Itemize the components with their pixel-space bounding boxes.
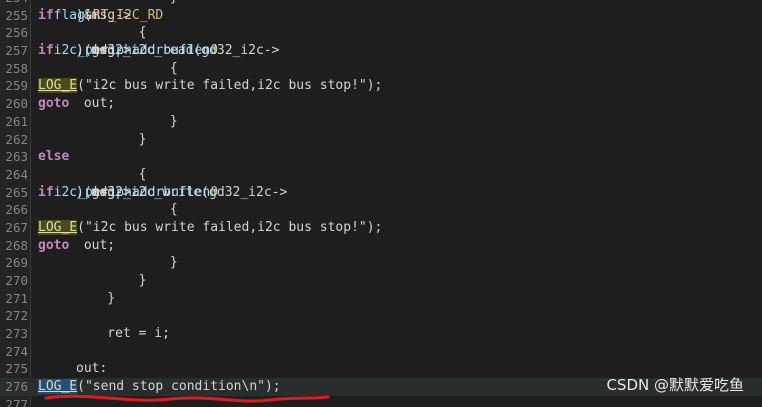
code-token: } <box>76 131 147 147</box>
code-token: { <box>76 166 147 182</box>
line-number: 274 <box>5 343 28 359</box>
line-number: 268 <box>5 237 28 253</box>
code-token: ) <box>76 7 84 23</box>
code-text: goto out; <box>38 95 115 113</box>
code-line[interactable]: 274 <box>0 343 762 361</box>
line-number: 273 <box>5 326 28 342</box>
code-lines: 254 }255 if (msg->flags & RT_I2C_RD)256 … <box>0 0 762 407</box>
code-line[interactable]: 267 LOG_E("i2c bus write failed,i2c bus … <box>0 219 762 237</box>
line-number: 263 <box>5 149 28 165</box>
code-text: LOG_E("i2c bus write failed,i2c bus stop… <box>38 219 382 237</box>
line-number: 259 <box>5 78 28 94</box>
code-token: LOG_E <box>38 78 78 94</box>
line-number: 255 <box>5 7 28 23</box>
code-token: goto <box>38 96 70 112</box>
code-line[interactable]: 258 { <box>0 60 762 78</box>
code-line[interactable]: 269 } <box>0 254 762 272</box>
line-number: 257 <box>5 43 28 59</box>
code-token: else <box>38 149 70 165</box>
line-number: 265 <box>5 184 28 200</box>
code-line[interactable]: 254 } <box>0 0 762 7</box>
code-line[interactable]: 268 goto out; <box>0 237 762 255</box>
code-line[interactable]: 259 LOG_E("i2c bus write failed,i2c bus … <box>0 77 762 95</box>
line-number: 258 <box>5 60 28 76</box>
code-text: LOG_E("send stop condition\n"); <box>38 378 281 396</box>
code-line[interactable]: 264 { <box>0 166 762 184</box>
code-token: { <box>76 25 147 41</box>
code-text: if (msg-> flags & RT_I2C_RD) <box>38 7 163 25</box>
code-token: } <box>76 273 147 288</box>
code-token: out; <box>76 237 116 253</box>
code-line[interactable]: 270 } <box>0 272 762 290</box>
line-number: 264 <box>5 166 28 182</box>
code-token: ) <box>76 184 84 200</box>
code-line[interactable]: 277 <box>0 396 762 407</box>
line-number: 262 <box>5 131 28 147</box>
line-number: 260 <box>5 96 28 112</box>
code-token: if <box>38 184 54 200</box>
line-number: 267 <box>5 219 28 235</box>
line-number: 254 <box>0 0 28 7</box>
line-number: 270 <box>5 273 28 288</box>
code-line[interactable]: 273 ret = i; <box>0 325 762 343</box>
code-line[interactable]: 257 if (gd32_i2c_read(gd32_i2c-> i2c_peri… <box>0 42 762 60</box>
code-token: } <box>76 113 178 129</box>
line-number: 261 <box>5 113 28 129</box>
code-line[interactable]: 272 <box>0 307 762 325</box>
code-line[interactable]: 263 else <box>0 148 762 166</box>
code-token: LOG_E <box>38 379 78 395</box>
code-token: out: <box>76 361 108 377</box>
code-token: ("send stop condition\n"); <box>77 379 281 395</box>
line-number: 269 <box>5 255 28 271</box>
line-number: 275 <box>5 361 28 377</box>
watermark-text: CSDN @默默爱吃鱼 <box>606 376 744 394</box>
line-number: 256 <box>5 25 28 41</box>
code-text: else <box>38 148 69 166</box>
code-line[interactable]: 271 } <box>0 290 762 308</box>
code-token: { <box>76 202 178 218</box>
code-text: goto out; <box>38 237 115 255</box>
code-token: } <box>76 290 116 306</box>
line-number: 277 <box>5 396 28 407</box>
code-token: if <box>38 43 54 59</box>
code-token: ret = i; <box>76 326 170 342</box>
line-number: 272 <box>5 308 28 324</box>
code-token: out; <box>76 96 116 112</box>
code-line[interactable]: 261 } <box>0 113 762 131</box>
code-token: if <box>38 7 54 23</box>
code-line[interactable]: 260 goto out; <box>0 95 762 113</box>
code-text: LOG_E("i2c bus write failed,i2c bus stop… <box>38 77 382 95</box>
code-token: goto <box>38 237 70 253</box>
code-token: } <box>76 255 178 271</box>
code-line[interactable]: 256 { <box>0 24 762 42</box>
code-line[interactable]: 265 if (gd32_i2c_write(gd32_i2c-> i2c_per… <box>0 184 762 202</box>
line-number: 276 <box>5 379 28 395</box>
code-text: if (gd32_i2c_write(gd32_i2c-> i2c_periph,… <box>38 184 287 202</box>
line-number: 271 <box>5 290 28 306</box>
code-token: } <box>76 0 178 7</box>
code-token: LOG_E <box>38 219 78 235</box>
line-number: 266 <box>5 202 28 218</box>
code-editor[interactable]: 254 }255 if (msg->flags & RT_I2C_RD)256 … <box>0 0 762 407</box>
code-line[interactable]: 255 if (msg-> flags & RT_I2C_RD) <box>0 7 762 25</box>
code-line[interactable]: 262 } <box>0 131 762 149</box>
code-token: { <box>76 60 178 76</box>
code-line[interactable]: 266 { <box>0 201 762 219</box>
code-text: if (gd32_i2c_read(gd32_i2c-> i2c_periph, … <box>38 42 280 60</box>
code-token: ) <box>76 43 84 59</box>
